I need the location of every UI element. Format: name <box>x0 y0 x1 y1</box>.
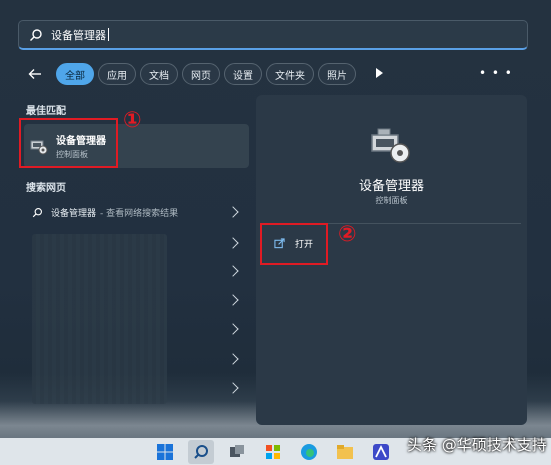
back-arrow-icon[interactable] <box>28 67 42 81</box>
filter-apps[interactable]: 应用 <box>98 63 136 85</box>
search-icon <box>30 28 42 41</box>
annotation-number-2: ② <box>338 222 357 247</box>
filter-bar: 全部 应用 文档 网页 设置 文件夹 照片 • • • <box>28 62 528 86</box>
web-search-result[interactable]: 设备管理器 - 查看网络搜索结果 <box>24 201 249 223</box>
more-filters-play-icon[interactable] <box>376 68 383 78</box>
preview-title: 设备管理器 <box>358 179 424 194</box>
annotation-number-1: ① <box>123 108 142 133</box>
more-options-icon[interactable]: • • • <box>479 66 513 80</box>
filter-web[interactable]: 网页 <box>182 63 220 85</box>
device-manager-large-icon <box>371 128 410 163</box>
start-windows-icon[interactable] <box>156 443 174 461</box>
filter-all[interactable]: 全部 <box>56 63 94 85</box>
preview-subtitle: 控制面板 <box>375 196 408 205</box>
filter-documents[interactable]: 文档 <box>140 63 178 85</box>
file-explorer-icon[interactable] <box>336 443 354 461</box>
search-input[interactable]: 设备管理器 <box>51 27 106 43</box>
app-icon[interactable] <box>372 443 390 461</box>
filter-folders[interactable]: 文件夹 <box>266 63 314 85</box>
filter-photos[interactable]: 照片 <box>318 63 356 85</box>
chevron-right-icon[interactable] <box>227 323 239 335</box>
taskbar-search-icon[interactable] <box>188 440 214 464</box>
annotation-box-2 <box>260 223 328 265</box>
chevron-right-icon[interactable] <box>227 265 239 277</box>
annotation-box-1 <box>19 118 118 168</box>
store-icon[interactable] <box>264 443 282 461</box>
task-view-icon[interactable] <box>228 443 246 461</box>
web-result-name: 设备管理器 <box>51 208 97 219</box>
search-box[interactable]: 设备管理器 <box>18 20 528 50</box>
filter-settings[interactable]: 设置 <box>224 63 262 85</box>
search-icon <box>32 207 42 217</box>
web-search-heading: 搜索网页 <box>26 183 66 194</box>
best-match-heading: 最佳匹配 <box>26 106 66 117</box>
blurred-results <box>32 234 167 404</box>
chevron-right-icon[interactable] <box>227 294 239 306</box>
chevron-right-icon[interactable] <box>227 237 239 249</box>
chevron-right-icon[interactable] <box>227 353 239 365</box>
edge-browser-icon[interactable] <box>300 443 318 461</box>
text-caret <box>108 28 109 41</box>
web-result-suffix: - 查看网络搜索结果 <box>100 208 179 219</box>
watermark: 头条 @华硕技术支持 <box>407 436 547 454</box>
start-search-window: 设备管理器 全部 应用 文档 网页 设置 文件夹 照片 • • • 最佳匹配 设… <box>0 0 551 465</box>
